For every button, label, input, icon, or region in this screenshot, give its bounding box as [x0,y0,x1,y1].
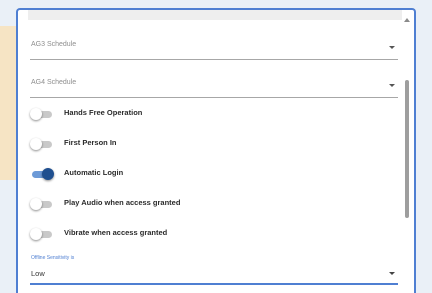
toggle-knob[interactable] [30,228,42,240]
scrollbar[interactable] [402,12,412,292]
settings-dialog: AG3 Schedule AG4 Schedule Hands Free Ope… [16,8,416,293]
chevron-down-icon[interactable] [389,272,395,275]
chevron-down-icon[interactable] [389,84,395,87]
toggle-knob[interactable] [30,198,42,210]
toggle-label: Hands Free Operation [64,108,143,117]
toggle-label: Vibrate when access granted [64,228,168,237]
chevron-down-icon[interactable] [389,46,395,49]
ag4-schedule-select[interactable]: AG4 Schedule [30,75,398,98]
toggle-first-person-in[interactable]: First Person In [30,136,330,152]
toggle-label: Automatic Login [64,168,124,177]
toggle-label: First Person In [64,138,117,147]
offline-sensitivity-select[interactable]: Low [30,263,398,285]
dialog-top-strip [28,10,402,20]
scroll-up-arrow-icon[interactable] [404,18,410,22]
offline-sensitivity-value: Low [31,269,45,278]
toggle-hands-free-operation[interactable]: Hands Free Operation [30,106,330,122]
toggle-knob[interactable] [42,168,54,180]
toggle-label: Play Audio when access granted [64,198,181,207]
toggle-knob[interactable] [30,108,42,120]
offline-sensitivity-label: Offline Sensitivity is [31,255,75,261]
toggle-vibrate[interactable]: Vibrate when access granted [30,226,330,242]
ag3-schedule-select[interactable]: AG3 Schedule [30,37,398,60]
toggle-play-audio[interactable]: Play Audio when access granted [30,196,330,212]
scrollbar-thumb[interactable] [405,80,409,218]
toggle-automatic-login[interactable]: Automatic Login [30,166,330,182]
toggle-knob[interactable] [30,138,42,150]
ag3-schedule-label: AG3 Schedule [31,41,77,48]
ag4-schedule-label: AG4 Schedule [31,79,77,86]
